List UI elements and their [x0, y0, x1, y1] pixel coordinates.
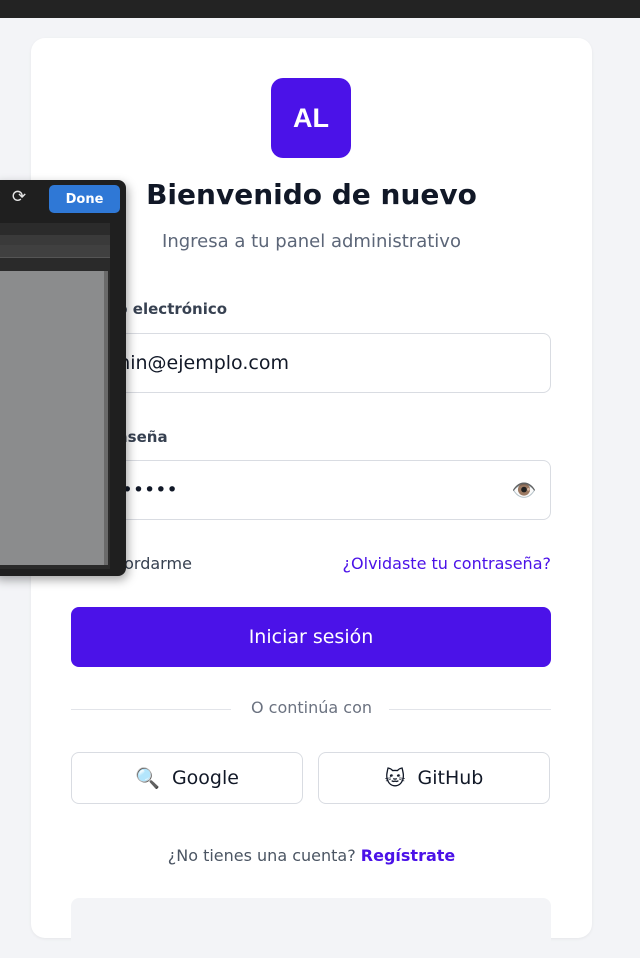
brand-initials: AL: [293, 102, 329, 133]
eye-icon[interactable]: 👁️: [512, 478, 537, 502]
preview-page: [0, 271, 104, 565]
search-icon: 🔍: [135, 766, 160, 790]
github-label: GitHub: [417, 767, 484, 789]
brand-logo: AL: [271, 78, 351, 158]
google-login-button[interactable]: 🔍 Google: [71, 752, 303, 804]
done-button[interactable]: Done: [49, 185, 120, 213]
signup-link[interactable]: Regístrate: [361, 846, 455, 865]
screenshot-preview-window[interactable]: ⟳ Done: [0, 180, 126, 576]
signup-row: ¿No tienes una cuenta? Regístrate: [31, 846, 592, 865]
done-label: Done: [65, 191, 104, 207]
forgot-password-link[interactable]: ¿Olvidaste tu contraseña?: [343, 554, 551, 573]
refresh-icon[interactable]: ⟳: [9, 187, 29, 207]
google-label: Google: [171, 767, 239, 789]
github-login-button[interactable]: 🐱 GitHub: [318, 752, 550, 804]
login-button-label: Iniciar sesión: [248, 626, 374, 648]
preview-tabs: [0, 235, 110, 245]
email-field[interactable]: admin@ejemplo.com: [71, 333, 551, 393]
signup-prompt: ¿No tienes una cuenta?: [167, 846, 356, 865]
preview-thumbnail: [0, 223, 110, 569]
bottom-panel: [71, 898, 551, 958]
browser-top-bar: [0, 0, 640, 18]
preview-toolbar: [0, 245, 110, 258]
cat-icon: 🐱: [384, 766, 406, 790]
login-button[interactable]: Iniciar sesión: [71, 607, 551, 667]
preview-scrollbar: [104, 271, 108, 565]
password-field[interactable]: •••••••• 👁️: [71, 460, 551, 520]
divider-text: O continúa con: [250, 698, 373, 717]
preview-titlebar: [0, 223, 110, 235]
